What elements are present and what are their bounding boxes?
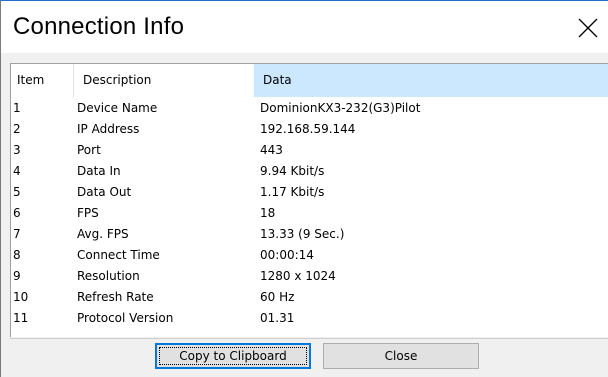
row-description: Data In [77,164,121,178]
row-data: 443 [260,143,283,157]
row-description: Avg. FPS [77,227,129,241]
table-row[interactable]: 6 FPS 18 [11,204,608,223]
column-header-item[interactable]: Item [11,64,74,97]
table-row[interactable]: 5 Data Out 1.17 Kbit/s [11,183,608,202]
column-header-description[interactable]: Description [74,64,254,97]
close-icon[interactable] [573,13,601,41]
table-header: Item Description Data [11,64,608,97]
table-row[interactable]: 2 IP Address 192.168.59.144 [11,120,608,139]
row-item: 10 [13,290,29,304]
connection-info-dialog: Connection Info Item Description Data 1 … [0,0,608,377]
row-description: Connect Time [77,248,160,262]
row-description: Port [77,143,101,157]
row-item: 1 [13,101,21,115]
row-item: 3 [13,143,21,157]
focus-rectangle [159,347,307,365]
connection-info-table[interactable]: Item Description Data 1 Device Name Domi… [10,63,608,337]
table-row[interactable]: 11 Protocol Version 01.31 [11,309,608,328]
table-row[interactable]: 8 Connect Time 00:00:14 [11,246,608,265]
row-item: 11 [13,311,29,325]
row-description: FPS [77,206,99,220]
row-data: 18 [260,206,276,220]
row-data: 1.17 Kbit/s [260,185,325,199]
column-header-data[interactable]: Data [254,64,608,97]
table-row[interactable]: 1 Device Name DominionKX3-232(G3)Pilot [11,99,608,118]
row-data: DominionKX3-232(G3)Pilot [260,101,421,115]
row-item: 7 [13,227,21,241]
table-row[interactable]: 3 Port 443 [11,141,608,160]
row-data: 1280 x 1024 [260,269,336,283]
table-row[interactable]: 4 Data In 9.94 Kbit/s [11,162,608,181]
row-item: 6 [13,206,21,220]
row-item: 8 [13,248,21,262]
row-item: 9 [13,269,21,283]
row-data: 192.168.59.144 [260,122,356,136]
row-data: 13.33 (9 Sec.) [260,227,345,241]
row-description: Refresh Rate [77,290,154,304]
table-row[interactable]: 9 Resolution 1280 x 1024 [11,267,608,286]
row-description: IP Address [77,122,140,136]
row-item: 2 [13,122,21,136]
dialog-title: Connection Info [13,13,185,40]
row-description: Data Out [77,185,132,199]
row-data: 60 Hz [260,290,295,304]
table-row[interactable]: 10 Refresh Rate 60 Hz [11,288,608,307]
row-description: Device Name [77,101,158,115]
title-bar: Connection Info [1,1,608,53]
row-description: Resolution [77,269,140,283]
row-item: 5 [13,185,21,199]
row-data: 01.31 [260,311,295,325]
copy-to-clipboard-button[interactable]: Copy to Clipboard [155,343,311,369]
close-button[interactable]: Close [323,343,479,369]
row-data: 00:00:14 [260,248,314,262]
row-item: 4 [13,164,21,178]
row-description: Protocol Version [77,311,174,325]
table-row[interactable]: 7 Avg. FPS 13.33 (9 Sec.) [11,225,608,244]
row-data: 9.94 Kbit/s [260,164,325,178]
